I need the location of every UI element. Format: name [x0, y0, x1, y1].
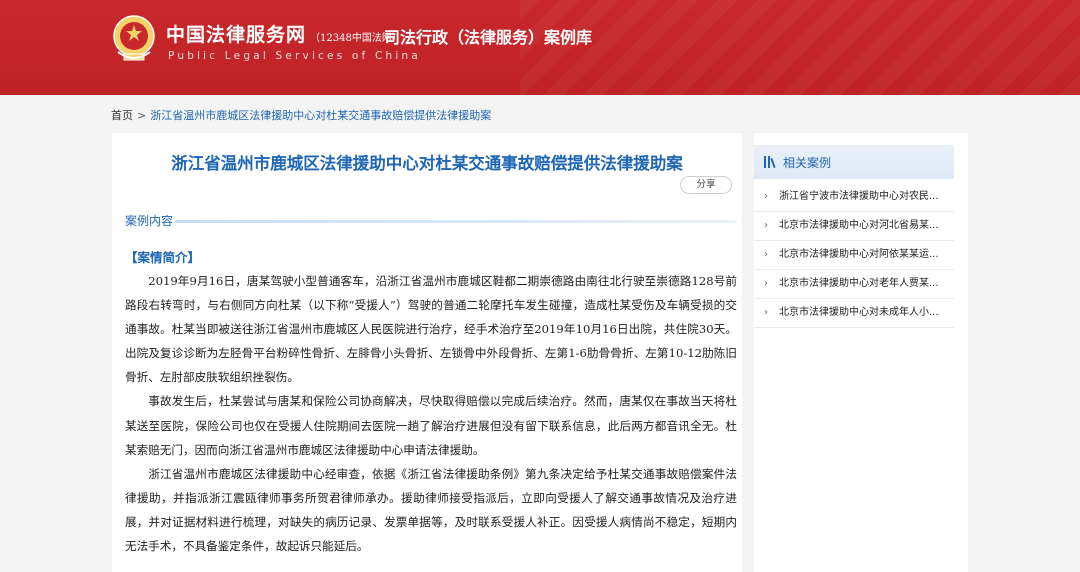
- breadcrumb-home-link[interactable]: 首页: [111, 109, 133, 122]
- related-case-link[interactable]: 北京市法律援助中心对河北省易某...: [779, 220, 939, 231]
- article-title: 浙江省温州市鹿城区法律援助中心对杜某交通事故赔偿提供法律援助案: [171, 154, 683, 173]
- share-button[interactable]: 分享: [680, 176, 732, 194]
- article-body: 2019年9月16日，唐某驾驶小型普通客车，沿浙江省温州市鹿城区鞋都二期崇德路由…: [125, 269, 737, 558]
- site-header: 中国法律服务网 （12348中国法网） Public Legal Services…: [0, 0, 1080, 95]
- related-cases-panel: 相关案例 › 浙江省宁波市法律援助中心对农民... › 北京市法律援助中心对河北省易…: [754, 133, 968, 572]
- section-title[interactable]: 司法行政（法律服务）案例库: [384, 24, 592, 48]
- breadcrumb-bar: 首页 > 浙江省温州市鹿城区法律援助中心对杜某交通事故赔偿提供法律援助案: [0, 95, 1080, 133]
- column-divider: [742, 133, 754, 572]
- paragraph: 浙江省温州市鹿城区法律援助中心经审查，依据《浙江省法律援助条例》第九条决定给予杜…: [125, 466, 737, 554]
- header-pattern: [520, 0, 1080, 95]
- related-case-link[interactable]: 北京市法律援助中心对阿依某某运...: [779, 249, 939, 260]
- related-cases-title: 相关案例: [783, 156, 832, 170]
- right-gutter: [968, 133, 1080, 572]
- chevron-right-icon: ›: [764, 249, 768, 260]
- paragraph: 2019年9月16日，唐某驾驶小型普通客车，沿浙江省温州市鹿城区鞋都二期崇德路由…: [125, 274, 737, 385]
- site-name[interactable]: 中国法律服务网 （12348中国法网）: [166, 20, 402, 47]
- related-case-link[interactable]: 北京市法律援助中心对老年人贾某...: [779, 278, 939, 289]
- related-case-link[interactable]: 浙江省宁波市法律援助中心对农民...: [779, 191, 939, 202]
- chevron-right-icon: ›: [764, 307, 768, 318]
- summary-heading: 【案情简介】: [125, 250, 201, 265]
- related-case-item[interactable]: › 北京市法律援助中心对阿依某某运...: [754, 241, 954, 270]
- related-case-link[interactable]: 北京市法律援助中心对未成年人小...: [779, 307, 939, 318]
- related-cases-header: 相关案例: [754, 145, 954, 179]
- chevron-right-icon: ›: [764, 220, 768, 231]
- related-case-item[interactable]: › 北京市法律援助中心对老年人贾某...: [754, 270, 954, 299]
- related-case-item[interactable]: › 北京市法律援助中心对未成年人小...: [754, 299, 954, 328]
- chevron-right-icon: ›: [764, 278, 768, 289]
- section-divider: [125, 219, 737, 223]
- left-gutter: [0, 133, 112, 572]
- paragraph: 事故发生后，杜某尝试与唐某和保险公司协商解决，尽快取得赔偿以完成后续治疗。然而，…: [125, 394, 737, 457]
- chevron-right-icon: ›: [764, 191, 768, 202]
- list-icon: [764, 156, 776, 169]
- breadcrumb-current-link[interactable]: 浙江省温州市鹿城区法律援助中心对杜某交通事故赔偿提供法律援助案: [150, 109, 491, 122]
- related-case-item[interactable]: › 北京市法律援助中心对河北省易某...: [754, 212, 954, 241]
- national-emblem-icon[interactable]: [112, 14, 156, 66]
- breadcrumb-separator: >: [137, 109, 147, 122]
- related-cases-list: › 浙江省宁波市法律援助中心对农民... › 北京市法律援助中心对河北省易某... …: [754, 183, 954, 328]
- site-name-english: Public Legal Services of China: [168, 50, 421, 62]
- related-case-item[interactable]: › 浙江省宁波市法律援助中心对农民...: [754, 183, 954, 212]
- breadcrumb: 首页 > 浙江省温州市鹿城区法律援助中心对杜某交通事故赔偿提供法律援助案: [111, 107, 491, 123]
- site-name-text: 中国法律服务网: [166, 24, 307, 46]
